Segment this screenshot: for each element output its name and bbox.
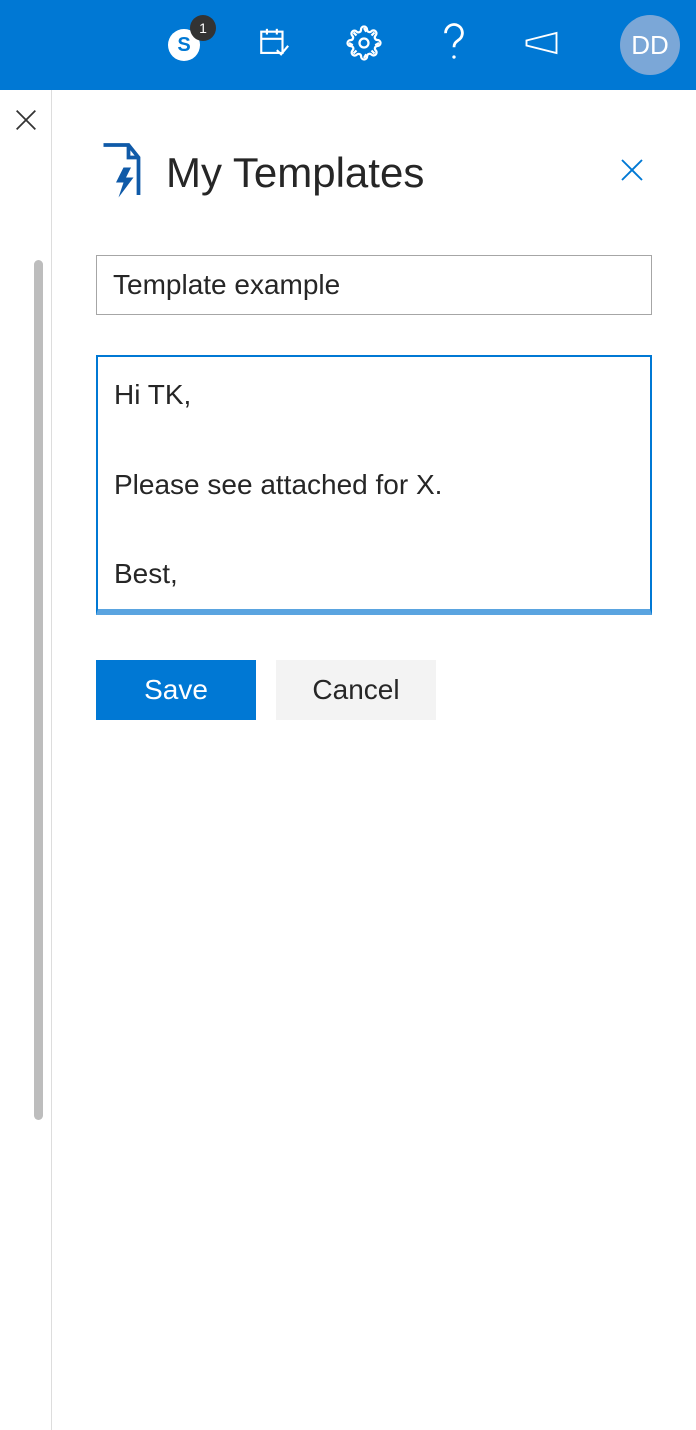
template-name-input[interactable] [96,255,652,315]
avatar-initials: DD [631,30,669,61]
scrollbar-thumb[interactable] [34,260,43,1120]
avatar[interactable]: DD [620,15,680,75]
cancel-button[interactable]: Cancel [276,660,436,720]
close-panel-button[interactable] [612,153,652,193]
templates-panel: My Templates Save Cancel [52,90,696,1430]
skype-button[interactable]: S 1 [164,25,204,65]
settings-button[interactable] [344,25,384,65]
gear-icon [346,25,382,66]
close-compose-button[interactable] [8,104,44,140]
left-gutter [0,90,52,1430]
top-nav-bar: S 1 [0,0,696,90]
megaphone-icon [524,28,564,63]
skype-badge: 1 [190,15,216,41]
template-lightning-icon [96,140,146,205]
close-icon [12,106,40,139]
calendar-check-icon [257,26,291,65]
help-button[interactable] [434,25,474,65]
template-body-textarea[interactable] [96,355,652,615]
question-icon [439,22,469,69]
close-icon [617,155,647,190]
calendar-check-button[interactable] [254,25,294,65]
announce-button[interactable] [524,25,564,65]
save-button[interactable]: Save [96,660,256,720]
panel-title: My Templates [166,149,424,197]
